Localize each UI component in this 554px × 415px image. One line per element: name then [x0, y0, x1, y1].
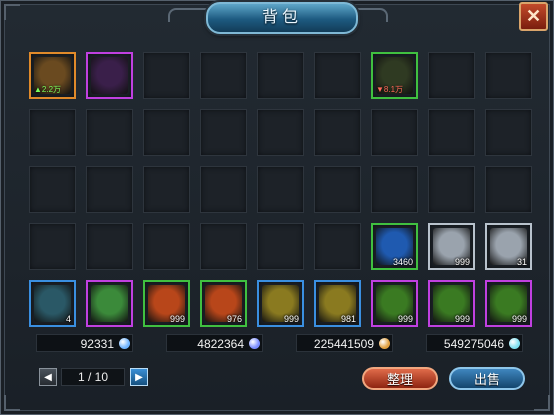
item-count: 4 [65, 314, 71, 324]
inventory-slot-item[interactable]: ▲2.2万 [29, 52, 76, 99]
item-count: 999 [169, 314, 185, 324]
item-count: 999 [397, 314, 413, 324]
inventory-slot-empty[interactable] [200, 52, 247, 99]
inventory-slot-empty[interactable] [428, 52, 475, 99]
purple-crystal-currency-icon [249, 338, 260, 349]
sell-button[interactable]: 出售 [449, 367, 525, 390]
item-count: 999 [283, 314, 299, 324]
page-indicator: 1 / 10 [61, 368, 125, 386]
currency-amount: 549275046 [443, 337, 504, 351]
window-title: 背包 [206, 2, 358, 34]
inventory-slot-empty[interactable] [314, 223, 361, 270]
inventory-slot-item[interactable]: 999 [257, 280, 304, 327]
green-crystal-icon [91, 285, 128, 322]
inventory-slot-empty[interactable] [143, 52, 190, 99]
inventory-slot-empty[interactable] [371, 166, 418, 213]
inventory-slot-empty[interactable] [314, 52, 361, 99]
power-down-tag: ▼8.1万 [376, 85, 404, 94]
next-page-button[interactable]: ▶ [130, 368, 148, 386]
currency-field: 225441509 [296, 334, 393, 352]
power-up-tag: ▲2.2万 [34, 85, 62, 94]
inventory-slot-item[interactable]: 31 [485, 223, 532, 270]
inventory-slot-item[interactable]: 981 [314, 280, 361, 327]
inventory-slot-item[interactable] [86, 52, 133, 99]
item-count: 999 [511, 314, 527, 324]
cyan-spark-currency-icon [509, 338, 520, 349]
inventory-slot-empty[interactable] [314, 109, 361, 156]
inventory-slot-empty[interactable] [86, 109, 133, 156]
gold-coin-icon [379, 338, 390, 349]
currency-field: 549275046 [426, 334, 523, 352]
inventory-slot-item[interactable]: 999 [428, 280, 475, 327]
item-count: 3460 [392, 257, 413, 267]
inventory-slot-item[interactable]: 999 [485, 280, 532, 327]
title-ornament-left [168, 8, 210, 22]
inventory-slot-empty[interactable] [257, 109, 304, 156]
inventory-slot-item[interactable]: 999 [143, 280, 190, 327]
inventory-slot-empty[interactable] [200, 166, 247, 213]
item-count: 981 [340, 314, 356, 324]
inventory-slot-empty[interactable] [428, 166, 475, 213]
inventory-slot-item[interactable]: 976 [200, 280, 247, 327]
inventory-slot-empty[interactable] [86, 166, 133, 213]
inventory-slot-empty[interactable] [257, 223, 304, 270]
currency-amount: 4822364 [197, 337, 244, 351]
inventory-slot-empty[interactable] [485, 109, 532, 156]
currency-field: 92331 [36, 334, 133, 352]
inventory-slot-empty[interactable] [143, 223, 190, 270]
item-count: 999 [454, 314, 470, 324]
frame-corner-bottom-right [534, 395, 550, 411]
inventory-slot-empty[interactable] [86, 223, 133, 270]
item-count: 976 [226, 314, 242, 324]
close-button[interactable]: ✕ [519, 2, 548, 31]
currency-amount: 92331 [80, 337, 114, 351]
inventory-slot-item[interactable]: ▼8.1万 [371, 52, 418, 99]
inventory-slot-empty[interactable] [29, 109, 76, 156]
prev-page-button[interactable]: ◀ [39, 368, 57, 386]
item-count: 31 [516, 257, 527, 267]
inventory-slot-empty[interactable] [143, 109, 190, 156]
inventory-slot-empty[interactable] [29, 223, 76, 270]
inventory-slot-empty[interactable] [257, 166, 304, 213]
inventory-slot-empty[interactable] [29, 166, 76, 213]
sort-button[interactable]: 整理 [362, 367, 438, 390]
item-count: 999 [454, 257, 470, 267]
inventory-slot-empty[interactable] [200, 223, 247, 270]
inventory-slot-empty[interactable] [200, 109, 247, 156]
inventory-slot-empty[interactable] [485, 52, 532, 99]
inventory-slot-empty[interactable] [314, 166, 361, 213]
inventory-slot-empty[interactable] [371, 109, 418, 156]
wing-helm-icon [91, 57, 128, 94]
inventory-slot-item[interactable]: 999 [371, 280, 418, 327]
inventory-slot-item[interactable]: 999 [428, 223, 475, 270]
frame-corner-top-left [4, 4, 20, 20]
inventory-slot-empty[interactable] [143, 166, 190, 213]
inventory-slot-item[interactable] [86, 280, 133, 327]
inventory-slot-empty[interactable] [257, 52, 304, 99]
frame-corner-bottom-left [4, 395, 20, 411]
inventory-slot-empty[interactable] [428, 109, 475, 156]
blue-crystal-currency-icon [119, 338, 130, 349]
inventory-slot-item[interactable]: 3460 [371, 223, 418, 270]
currency-field: 4822364 [166, 334, 263, 352]
inventory-slot-empty[interactable] [485, 166, 532, 213]
currency-amount: 225441509 [313, 337, 374, 351]
inventory-slot-item[interactable]: 4 [29, 280, 76, 327]
